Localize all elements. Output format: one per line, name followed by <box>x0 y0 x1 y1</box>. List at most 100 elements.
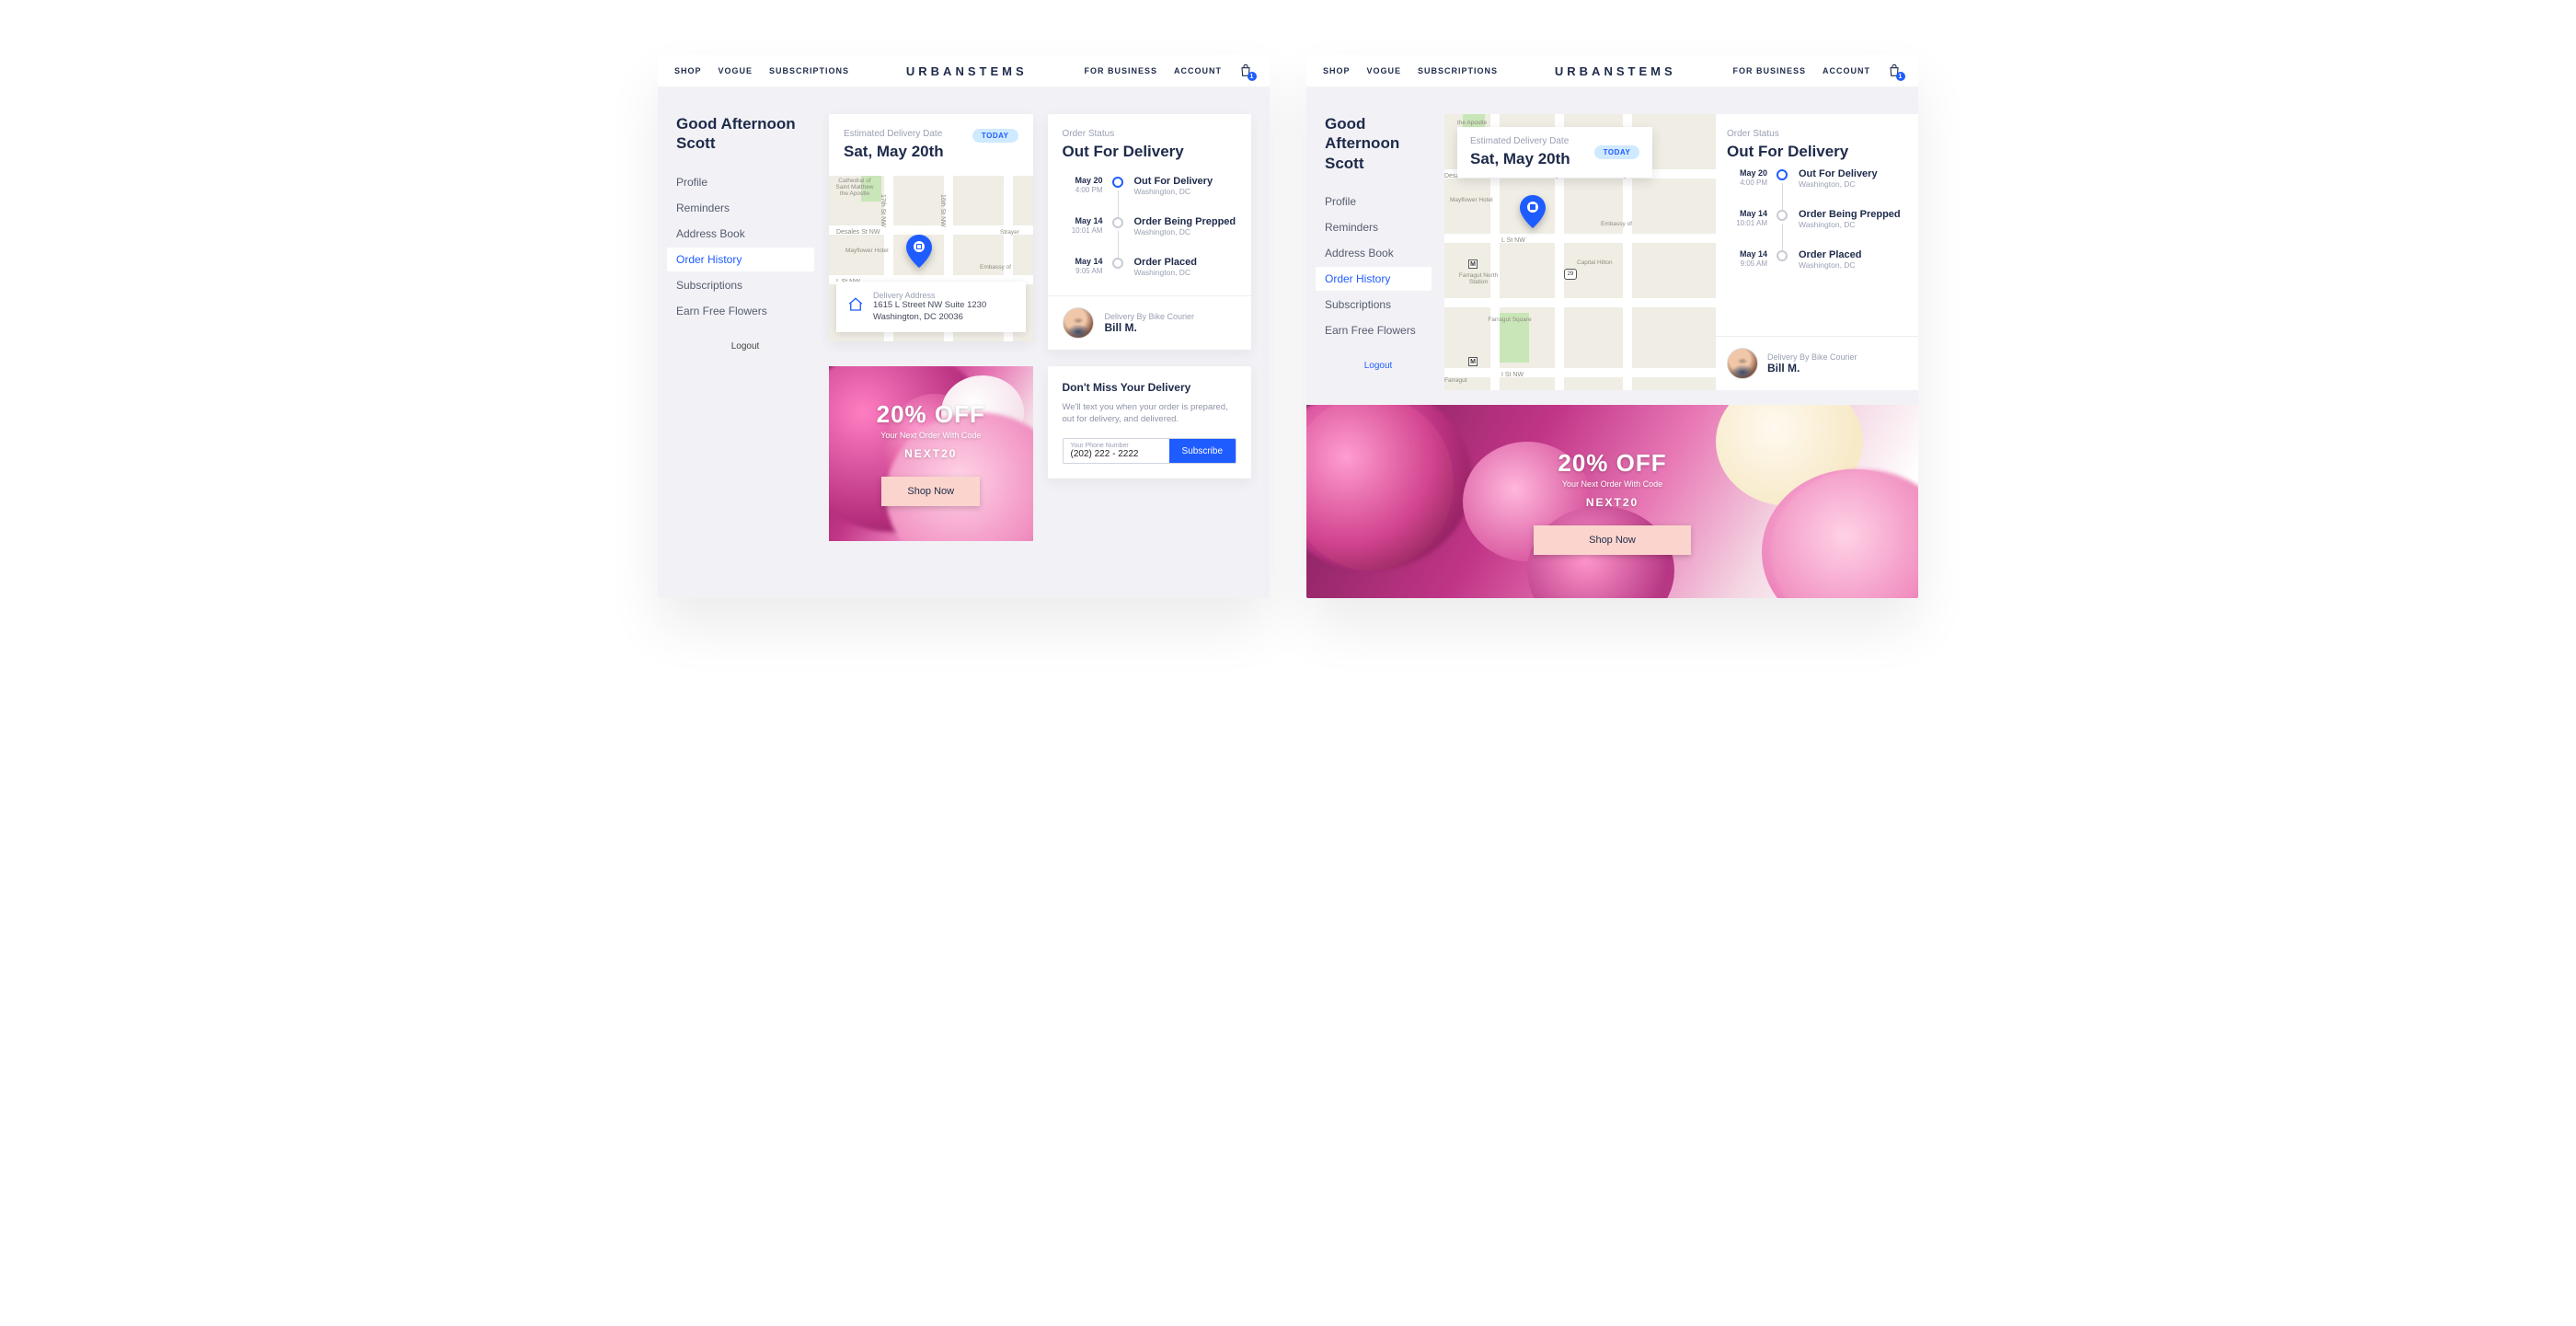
phone-label: Your Phone Number <box>1071 443 1162 449</box>
topbar: SHOP VOGUE SUBSCRIPTIONS URBANSTEMS FOR … <box>1306 55 1918 86</box>
courier-name: Bill M. <box>1105 321 1195 334</box>
brand-logo[interactable]: URBANSTEMS <box>1555 64 1676 78</box>
map-pin-icon <box>906 235 932 268</box>
nav-vogue[interactable]: VOGUE <box>1367 66 1402 75</box>
shop-now-button[interactable]: Shop Now <box>881 477 980 506</box>
phone-value: (202) 222 - 2222 <box>1071 449 1162 459</box>
step-time: 4:00 PM <box>1727 179 1767 188</box>
home-icon <box>847 296 864 317</box>
phone-input[interactable]: Your Phone Number (202) 222 - 2222 <box>1064 439 1169 463</box>
poi-farragut-n: Farragut North Station <box>1455 272 1501 285</box>
promo-percent: 20% OFF <box>1534 449 1691 478</box>
map[interactable]: 16th St NW 15th St NW Desales St NW L St… <box>1444 114 1716 390</box>
today-pill: TODAY <box>972 129 1018 143</box>
street-16: 16th St NW <box>939 194 946 227</box>
nav-shop[interactable]: SHOP <box>674 66 702 75</box>
shop-now-button[interactable]: Shop Now <box>1534 525 1691 555</box>
step-time: 9:05 AM <box>1727 259 1767 269</box>
sidebar-item-earn[interactable]: Earn Free Flowers <box>1316 318 1432 342</box>
step-date: May 14 <box>1727 209 1767 219</box>
sidebar-item-order-history[interactable]: Order History <box>667 248 814 271</box>
step-time: 10:01 AM <box>1063 226 1103 236</box>
nav-account[interactable]: ACCOUNT <box>1823 66 1870 75</box>
courier-avatar <box>1063 307 1094 339</box>
nav-business[interactable]: FOR BUSINESS <box>1084 66 1157 75</box>
nav-business[interactable]: FOR BUSINESS <box>1732 66 1806 75</box>
step-time: 4:00 PM <box>1063 186 1103 195</box>
map[interactable]: Desales St NW L St NW 17th St NW 16th St… <box>829 176 1033 341</box>
brand-logo[interactable]: URBANSTEMS <box>906 64 1028 78</box>
notify-text: We'll text you when your order is prepar… <box>1063 401 1237 426</box>
nav-vogue[interactable]: VOGUE <box>719 66 753 75</box>
sidebar-list: Profile Reminders Address Book Order His… <box>676 170 814 323</box>
sidebar-item-reminders[interactable]: Reminders <box>1316 215 1432 239</box>
address-line2: Washington, DC 20036 <box>873 312 986 323</box>
delivery-card: Estimated Delivery Date Sat, May 20th TO… <box>829 114 1033 341</box>
address-line1: 1615 L Street NW Suite 1230 <box>873 300 986 311</box>
address-label: Delivery Address <box>873 291 986 300</box>
step-title: Order Being Prepped <box>1134 216 1237 227</box>
nav-shop[interactable]: SHOP <box>1323 66 1351 75</box>
step-dot-icon <box>1777 169 1788 180</box>
status-step: May 1410:01 AM Order Being PreppedWashin… <box>1727 209 1907 249</box>
delivery-date-floating: Estimated Delivery Date Sat, May 20th TO… <box>1457 127 1652 178</box>
logout-link[interactable]: Logout <box>676 341 814 352</box>
sidebar-item-subscriptions[interactable]: Subscriptions <box>667 273 814 297</box>
logout-link[interactable]: Logout <box>1325 361 1432 371</box>
step-location: Washington, DC <box>1799 260 1907 270</box>
step-dot-icon <box>1777 210 1788 221</box>
promo-card: 20% OFF Your Next Order With Code NEXT20… <box>829 366 1033 541</box>
step-location: Washington, DC <box>1134 227 1237 236</box>
poi-strayer: Strayer <box>1000 229 1019 236</box>
nav-subscriptions[interactable]: SUBSCRIPTIONS <box>1418 66 1498 75</box>
sidebar-item-earn[interactable]: Earn Free Flowers <box>667 299 814 323</box>
status-label: Order Status <box>1727 129 1907 139</box>
bag-icon[interactable]: 1 <box>1887 63 1902 78</box>
promo-code: NEXT20 <box>1534 496 1691 509</box>
step-date: May 14 <box>1727 249 1767 259</box>
promo-percent: 20% OFF <box>877 400 985 429</box>
sidebar-item-reminders[interactable]: Reminders <box>667 196 814 220</box>
metro-icon: M <box>1468 357 1478 366</box>
promo-subtext: Your Next Order With Code <box>877 431 985 440</box>
sidebar-item-order-history[interactable]: Order History <box>1316 267 1432 291</box>
street-l: L St NW <box>1501 237 1525 244</box>
status-step: May 204:00 PM Out For DeliveryWashington… <box>1063 176 1237 216</box>
sidebar-item-subscriptions[interactable]: Subscriptions <box>1316 293 1432 317</box>
sidebar-item-address-book[interactable]: Address Book <box>1316 241 1432 265</box>
courier-label: Delivery By Bike Courier <box>1105 312 1195 321</box>
street-desales: Desales St NW <box>836 229 880 236</box>
poi-embassy: Embassy of <box>980 264 1011 271</box>
promo-card: 20% OFF Your Next Order With Code NEXT20… <box>1306 405 1918 598</box>
notify-title: Don't Miss Your Delivery <box>1063 381 1237 394</box>
bag-badge: 1 <box>1248 72 1257 81</box>
bag-badge: 1 <box>1896 72 1905 81</box>
delivery-label: Estimated Delivery Date <box>1470 136 1570 146</box>
greeting: Good Afternoon Scott <box>1325 114 1432 173</box>
poi-farragut-sq: Farragut Square <box>1487 317 1533 323</box>
step-dot-icon <box>1777 250 1788 261</box>
account-sidebar: Good Afternoon Scott Profile Reminders A… <box>676 114 814 352</box>
subscribe-button[interactable]: Subscribe <box>1169 439 1236 463</box>
step-time: 10:01 AM <box>1727 219 1767 228</box>
order-status-card: Order Status Out For Delivery May 204:00… <box>1716 114 1918 390</box>
sidebar-item-profile[interactable]: Profile <box>1316 190 1432 213</box>
notify-card: Don't Miss Your Delivery We'll text you … <box>1048 366 1252 479</box>
courier-label: Delivery By Bike Courier <box>1767 352 1857 362</box>
step-date: May 20 <box>1727 168 1767 179</box>
step-dot-icon <box>1112 177 1123 188</box>
step-date: May 20 <box>1063 176 1103 186</box>
step-date: May 14 <box>1063 257 1103 267</box>
delivery-date: Sat, May 20th <box>1470 150 1570 168</box>
bag-icon[interactable]: 1 <box>1238 63 1253 78</box>
step-location: Washington, DC <box>1799 220 1907 229</box>
poi-embassy: Embassy of <box>1601 221 1632 227</box>
nav-subscriptions[interactable]: SUBSCRIPTIONS <box>769 66 849 75</box>
nav-account[interactable]: ACCOUNT <box>1174 66 1222 75</box>
greeting: Good Afternoon Scott <box>676 114 814 154</box>
sidebar-item-address-book[interactable]: Address Book <box>667 222 814 246</box>
step-location: Washington, DC <box>1134 268 1237 277</box>
step-time: 9:05 AM <box>1063 267 1103 276</box>
poi-cathedral: the Apostle <box>1444 120 1500 126</box>
sidebar-item-profile[interactable]: Profile <box>667 170 814 194</box>
